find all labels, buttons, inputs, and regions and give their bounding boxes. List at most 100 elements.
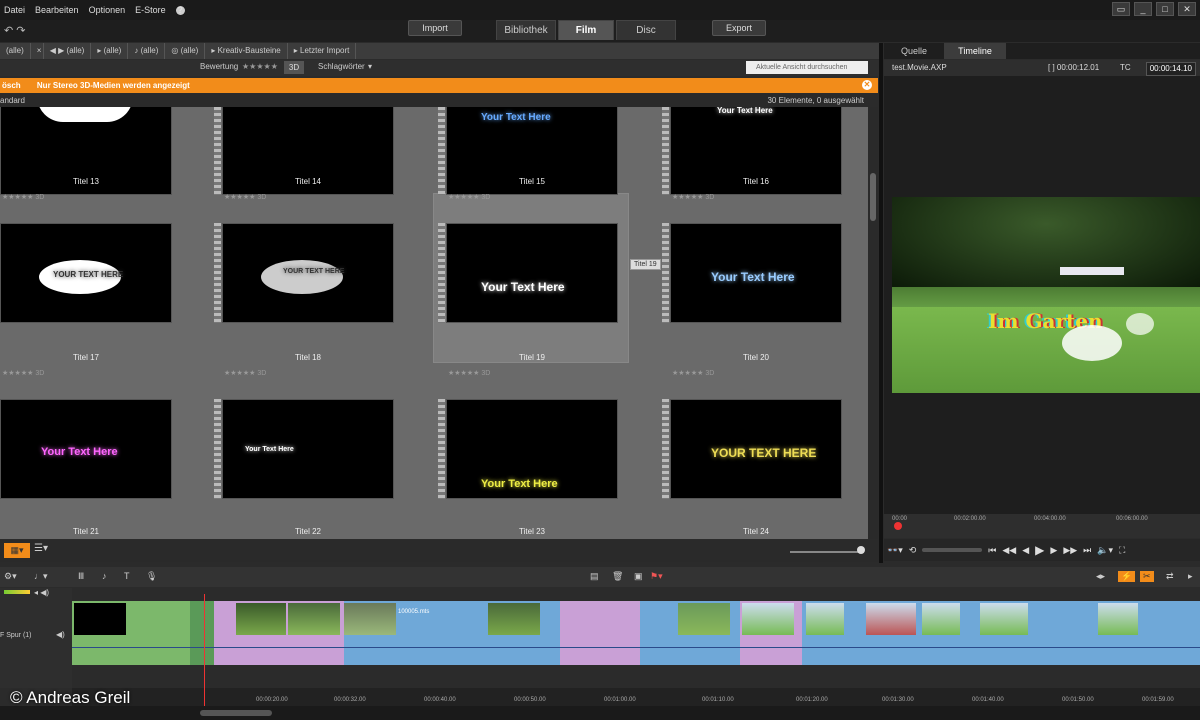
grid-scrollbar[interactable] bbox=[868, 107, 878, 539]
filter-photo[interactable]: ▸ (alle) bbox=[91, 43, 129, 59]
close-icon[interactable]: ✕ bbox=[1178, 2, 1196, 16]
panel-divider[interactable] bbox=[879, 43, 883, 563]
magnet-icon[interactable]: ⚡ bbox=[1118, 571, 1136, 582]
title-text: Your Text Here bbox=[481, 478, 558, 490]
filter-photo-label: (alle) bbox=[103, 46, 122, 55]
keywords-dropdown-icon[interactable]: ▾ bbox=[368, 62, 372, 71]
minimize-icon[interactable]: _ bbox=[1134, 2, 1152, 16]
title-thumbnail[interactable]: Your Text Here bbox=[446, 223, 618, 323]
cart-icon[interactable]: ▭ bbox=[1112, 2, 1130, 16]
close-icon[interactable]: ✕ bbox=[862, 80, 872, 90]
title-text: YOUR TEXT HERE bbox=[711, 446, 817, 460]
menu-optionen[interactable]: Optionen bbox=[89, 5, 126, 15]
audio-mixer-icon[interactable]: Ⅲ bbox=[78, 571, 84, 582]
rating-stars[interactable]: ★★★★★ bbox=[242, 62, 278, 71]
more-icon[interactable]: ▸ bbox=[1188, 571, 1193, 582]
title-thumbnail[interactable]: YOUR TEXT HERE bbox=[222, 223, 394, 323]
trash-icon[interactable]: 🗑 bbox=[612, 571, 623, 582]
track-name[interactable]: F Spur (1) bbox=[0, 632, 32, 639]
preview-ruler[interactable]: 00:00 00:02:00.00 00:04:00.00 00:06:00.0… bbox=[884, 514, 1200, 538]
grid-view-icon[interactable]: ▦▾ bbox=[4, 543, 30, 558]
snapshot-icon[interactable]: ▣ bbox=[634, 571, 643, 582]
tab-quelle[interactable]: Quelle bbox=[884, 43, 944, 59]
title-thumbnail[interactable]: Your Text Here bbox=[446, 399, 618, 499]
scrollbar-handle[interactable] bbox=[870, 173, 876, 221]
scrollbar-handle[interactable] bbox=[200, 710, 272, 716]
help-icon[interactable]: ? bbox=[175, 5, 185, 15]
marker-icon[interactable]: ⚑▾ bbox=[650, 571, 663, 582]
next-frame-icon[interactable]: ▶▶ bbox=[1063, 545, 1077, 556]
play-icon[interactable]: ▶ bbox=[1035, 543, 1044, 557]
track-audio-icon[interactable]: ◀) bbox=[56, 630, 65, 639]
nav-icon[interactable]: ◂▸ bbox=[1096, 571, 1105, 582]
filter-last-import[interactable]: ▸ Letzter Import bbox=[288, 43, 357, 59]
menu-bearbeiten[interactable]: Bearbeiten bbox=[35, 5, 79, 15]
timeline-clip[interactable] bbox=[560, 601, 640, 665]
go-end-icon[interactable]: ⏭ bbox=[1083, 545, 1091, 556]
list-view-icon[interactable]: ☰▾ bbox=[34, 543, 48, 554]
menu-datei[interactable]: Datei bbox=[4, 5, 25, 15]
settings-icon[interactable]: ⚙▾ bbox=[4, 571, 17, 582]
tc-label: TC bbox=[1120, 63, 1131, 72]
scissors-icon[interactable]: ✂ bbox=[1140, 571, 1154, 582]
timeline-ruler[interactable]: 00:00:20.00 00:00:32.00 00:00:40.00 00:0… bbox=[72, 688, 1200, 706]
filter-audio[interactable]: ♪ (alle) bbox=[128, 43, 166, 59]
undo-icon[interactable]: ↶ ↷ bbox=[4, 24, 26, 37]
rating-stars[interactable]: ★★★★★ 3D bbox=[2, 369, 44, 377]
tab-timeline[interactable]: Timeline bbox=[944, 43, 1006, 59]
rating-stars[interactable]: ★★★★★ 3D bbox=[224, 369, 266, 377]
menu-estore[interactable]: E-Store bbox=[135, 5, 166, 15]
title-icon[interactable]: T bbox=[124, 571, 130, 581]
ruler-tick: 00:01:40.00 bbox=[972, 697, 1004, 703]
filter-project[interactable]: ◎ (alle) bbox=[165, 43, 206, 59]
title-thumbnail[interactable]: YOUR TEXT HERE bbox=[670, 399, 842, 499]
preview-tabs: Quelle Timeline bbox=[884, 43, 1200, 59]
step-forward-icon[interactable]: ▶ bbox=[1050, 545, 1057, 556]
audio-mode-icon[interactable]: ♩▾ bbox=[34, 571, 48, 582]
music-icon[interactable]: ♪ bbox=[102, 571, 107, 581]
loop-icon[interactable]: ⟲ bbox=[909, 545, 917, 556]
view-mode-icon[interactable]: 👓▾ bbox=[887, 545, 903, 556]
close-icon[interactable]: × bbox=[31, 43, 44, 59]
tab-disc[interactable]: Disc bbox=[616, 20, 676, 40]
rating-stars[interactable]: ★★★★★ 3D bbox=[672, 369, 714, 377]
go-start-icon[interactable]: ⏮ bbox=[988, 545, 996, 556]
timeline-clip[interactable] bbox=[190, 601, 214, 665]
keywords-label[interactable]: Schlagwörter bbox=[318, 62, 365, 71]
rating-stars[interactable]: ★★★★★ 3D bbox=[224, 193, 266, 201]
tab-film[interactable]: Film bbox=[558, 20, 614, 40]
preview-scrubber[interactable] bbox=[894, 522, 902, 530]
film-strip bbox=[214, 223, 221, 323]
rating-stars[interactable]: ★★★★★ 3D bbox=[448, 369, 490, 377]
fullscreen-icon[interactable]: ⛶ bbox=[1119, 545, 1125, 556]
volume-icon[interactable]: 🔈▾ bbox=[1097, 545, 1113, 556]
title-thumbnail[interactable]: YOUR TEXT HERE bbox=[0, 223, 172, 323]
shuttle-slider[interactable] bbox=[922, 548, 983, 552]
preview-timecode[interactable]: 00:00:14.10 bbox=[1145, 62, 1196, 76]
rating-stars[interactable]: ★★★★★ 3D bbox=[672, 193, 714, 201]
search-input[interactable]: Aktuelle Ansicht durchsuchen bbox=[746, 61, 868, 74]
title-thumbnail[interactable]: Your Text Here bbox=[0, 399, 172, 499]
tab-bibliothek[interactable]: Bibliothek bbox=[496, 20, 556, 40]
mic-icon[interactable]: 🎙 bbox=[146, 571, 157, 582]
filter-all[interactable]: (alle) bbox=[0, 43, 31, 59]
rating-stars[interactable]: ★★★★★ 3D bbox=[2, 193, 44, 201]
prev-frame-icon[interactable]: ◀◀ bbox=[1002, 545, 1016, 556]
maximize-icon[interactable]: □ bbox=[1156, 2, 1174, 16]
export-button[interactable]: Export bbox=[712, 20, 766, 36]
ripple-icon[interactable]: ⇄ bbox=[1166, 571, 1174, 582]
film-icon[interactable]: ▤ bbox=[590, 571, 599, 582]
track-lock-icon[interactable]: ◂ ◀) bbox=[34, 588, 49, 597]
timeline-scrollbar[interactable] bbox=[0, 706, 1200, 720]
timeline-playhead[interactable] bbox=[204, 594, 205, 708]
title-thumbnail[interactable]: Your Text Here bbox=[222, 399, 394, 499]
rating-stars[interactable]: ★★★★★ 3D bbox=[448, 193, 490, 201]
zoom-slider[interactable] bbox=[790, 551, 860, 553]
3d-button[interactable]: 3D bbox=[284, 61, 304, 74]
zoom-slider-handle[interactable] bbox=[857, 546, 865, 554]
title-thumbnail[interactable]: Your Text Here bbox=[670, 223, 842, 323]
filter-video[interactable]: ◀ ▶ (alle) bbox=[44, 43, 92, 59]
step-back-icon[interactable]: ◀ bbox=[1022, 545, 1029, 556]
filter-creative[interactable]: ▸ Kreativ-Bausteine bbox=[205, 43, 288, 59]
import-button[interactable]: Import bbox=[408, 20, 462, 36]
